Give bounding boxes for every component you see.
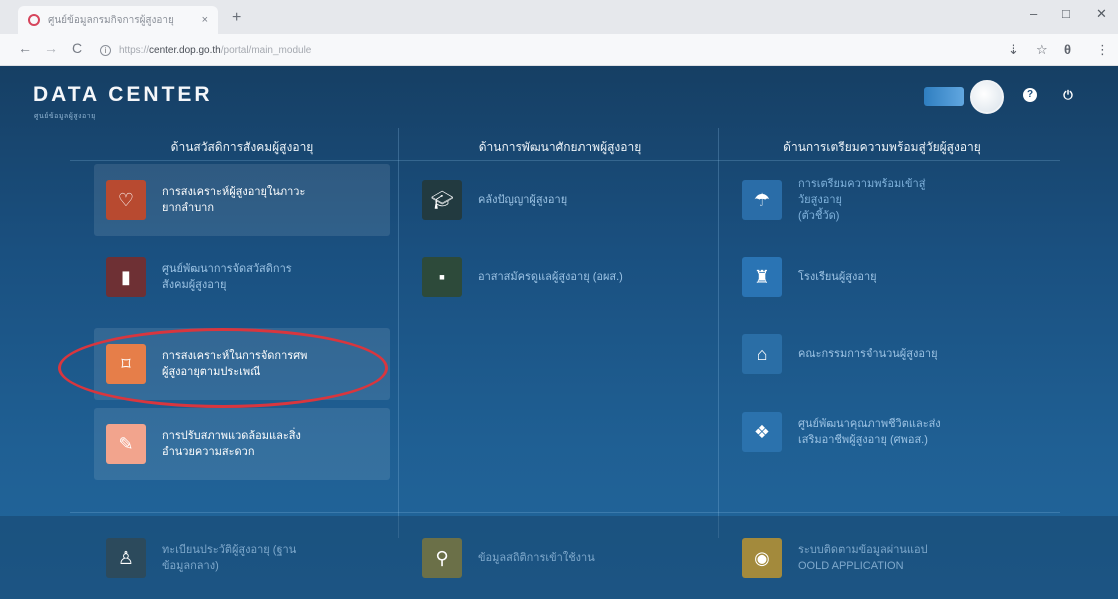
url-path: /portal/main_module <box>220 44 312 56</box>
card-oold-application[interactable]: ◉ ระบบติดตามข้อมูลผ่านแอป OOLD APPLICATIO… <box>730 522 1026 594</box>
person-icon: ♙ <box>106 538 146 578</box>
browser-tab[interactable]: ศูนย์ข้อมูลกรมกิจการผู้สูงอายุ × <box>18 6 218 34</box>
wrench-icon: ✎ <box>106 424 146 464</box>
header-divider <box>70 160 1060 161</box>
home-icon: ⌂ <box>742 334 782 374</box>
tab-close-icon[interactable]: × <box>202 14 208 26</box>
card-aging-preparation[interactable]: ☂ การเตรียมความพร้อมเข้าสู่ วัยสูงอายุ (ตั… <box>730 164 1026 236</box>
card-quality-of-life-center[interactable]: ❖ ศูนย์พัฒนาคุณภาพชีวิตและส่ง เสริมอาชีพผ… <box>730 396 1026 468</box>
forward-button[interactable]: → <box>44 40 58 56</box>
back-button[interactable]: ← <box>18 40 32 56</box>
power-icon[interactable]: ⏻ <box>1060 87 1076 103</box>
card-elderly-hardship-assistance[interactable]: ♡ การสงเคราะห์ผู้สูงอายุในภาวะ ยากลำบาก <box>94 164 390 236</box>
card-elderly-registry[interactable]: ♙ ทะเบียนประวัติผู้สูงอายุ (ฐาน ข้อมูลกลา… <box>94 522 390 594</box>
column-divider <box>718 128 719 538</box>
url-host: center.dop.go.th <box>149 44 221 56</box>
graduation-cap-icon: 🎓︎ <box>422 180 462 220</box>
site-info-icon[interactable]: i <box>100 44 111 56</box>
card-elderly-school[interactable]: ♜ โรงเรียนผู้สูงอายุ <box>730 241 1026 313</box>
url-scheme: https:// <box>119 44 150 56</box>
bookmark-star-icon[interactable]: ☆ <box>1036 42 1048 58</box>
app-icon: ◉ <box>742 538 782 578</box>
browser-tabstrip: ศูนย์ข้อมูลกรมกิจการผู้สูงอายุ × + – □ ✕ <box>0 0 1118 34</box>
card-environment-adjustment[interactable]: ✎ การปรับสภาพแวดล้อมและสิ่ง อำนวยความสะดว… <box>94 408 390 480</box>
browser-menu-icon[interactable]: ⋮ <box>1096 42 1109 58</box>
umbrella-icon: ☂ <box>742 180 782 220</box>
card-elderly-wisdom-bank[interactable]: 🎓︎ คลังปัญญาผู้สูงอายุ <box>410 164 706 236</box>
column-heading-development: ด้านการพัฒนาศักยภาพผู้สูงอายุ <box>478 140 642 154</box>
avatar[interactable] <box>970 80 1004 114</box>
column-heading-welfare: ด้านสวัสดิการสังคมผู้สูงอายุ <box>170 140 314 154</box>
people-icon: ❖ <box>742 412 782 452</box>
help-icon[interactable]: ? <box>1022 87 1038 103</box>
address-bar[interactable]: i https:// center.dop.go.th /portal/main… <box>100 41 1000 59</box>
card-elderly-committee[interactable]: ⌂ คณะกรรมการจำนวนผู้สูงอายุ <box>730 318 1026 390</box>
section-divider <box>70 512 1060 513</box>
column-heading-preparation: ด้านการเตรียมความพร้อมสู่วัยผู้สูงอายุ <box>783 140 981 154</box>
user-badge[interactable] <box>924 87 964 106</box>
app-subtitle: ศูนย์ข้อมูลผู้สูงอายุ <box>34 113 96 120</box>
app-title: DATA CENTER <box>33 83 213 106</box>
card-usage-statistics[interactable]: ⚲ ข้อมูลสถิติการเข้าใช้งาน <box>410 522 706 594</box>
data-center-app: DATA CENTER ศูนย์ข้อมูลผู้สูงอายุ ? ⏻ ด้… <box>0 66 1118 599</box>
download-icon[interactable]: ⇣ <box>1008 42 1019 58</box>
heart-icon: ♡ <box>106 180 146 220</box>
browser-toolbar: ← → C i https:// center.dop.go.th /porta… <box>0 34 1118 66</box>
account-icon[interactable]: θ <box>1064 42 1071 57</box>
card-elderly-care-volunteers[interactable]: ▪ อาสาสมัครดูแลผู้สูงอายุ (อผส.) <box>410 241 706 313</box>
reload-button[interactable]: C <box>72 40 82 56</box>
favicon-icon <box>28 14 40 26</box>
card-welfare-development-center[interactable]: ▮ ศูนย์พัฒนาการจัดสวัสดิการ สังคมผู้สูงอา… <box>94 241 390 313</box>
badge-icon: ▪ <box>422 257 462 297</box>
building-icon: ▮ <box>106 257 146 297</box>
column-divider <box>398 128 399 538</box>
new-tab-button[interactable]: + <box>232 9 241 27</box>
minimize-button[interactable]: – <box>1030 6 1037 21</box>
search-icon: ⚲ <box>422 538 462 578</box>
close-window-button[interactable]: ✕ <box>1096 6 1107 22</box>
maximize-button[interactable]: □ <box>1062 6 1070 21</box>
red-highlight-circle <box>58 328 388 408</box>
tab-title: ศูนย์ข้อมูลกรมกิจการผู้สูงอายุ <box>48 14 174 26</box>
school-icon: ♜ <box>742 257 782 297</box>
